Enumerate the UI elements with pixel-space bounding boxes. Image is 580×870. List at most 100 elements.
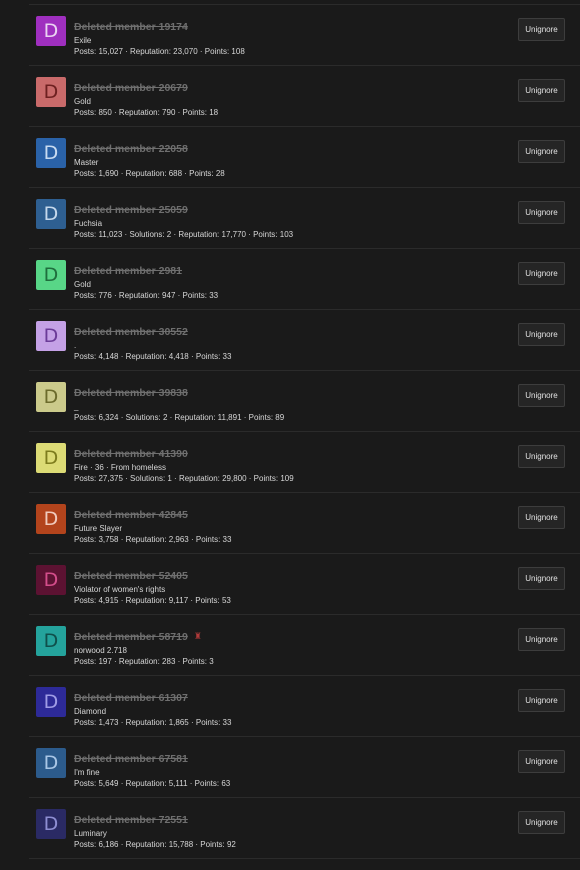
member-info: Deleted member 61307 Diamond Posts: 1,473 …: [74, 688, 490, 729]
unignore-button[interactable]: Unignore: [518, 628, 565, 651]
member-name[interactable]: Deleted member 2981: [74, 265, 182, 277]
member-avatar[interactable]: D: [36, 260, 66, 290]
unignore-button[interactable]: Unignore: [518, 18, 565, 41]
member-avatar[interactable]: D: [36, 321, 66, 351]
member-name-line: Deleted member 19174: [74, 17, 490, 35]
unignore-button[interactable]: Unignore: [518, 201, 565, 224]
member-info: Deleted member 52405 Violator of women's …: [74, 566, 490, 607]
member-info: Deleted member 67581 I'm fine Posts: 5,649…: [74, 749, 490, 790]
member-stats: Posts: 850 · Reputation: 790 · Points: 1…: [74, 108, 219, 117]
member-avatar[interactable]: D: [36, 565, 66, 595]
member-info: Deleted member 41390 Fire · 36 · From hom…: [74, 444, 490, 485]
member-name-line: Deleted member 41390: [74, 444, 490, 462]
member-row: D Deleted member 72551 Luminary Posts: 6,18…: [29, 798, 580, 859]
unignore-button[interactable]: Unignore: [518, 140, 565, 163]
unignore-button[interactable]: Unignore: [518, 750, 565, 773]
member-name-line: Deleted member 72551: [74, 810, 490, 828]
member-row: D Deleted member 25059 Fuchsia Posts: 11,02…: [29, 188, 580, 249]
member-info: Deleted member 42845 Future Slayer Posts: …: [74, 505, 490, 546]
member-name[interactable]: Deleted member 52405: [74, 570, 188, 582]
member-title: norwood 2.718: [74, 646, 127, 655]
member-stats: Posts: 1,473 · Reputation: 1,865 · Point…: [74, 718, 232, 727]
member-title: I'm fine: [74, 768, 100, 777]
member-avatar[interactable]: D: [36, 77, 66, 107]
member-avatar[interactable]: D: [36, 199, 66, 229]
member-info: Deleted member 20679 Gold Posts: 850 · Rep…: [74, 78, 490, 119]
unignore-button[interactable]: Unignore: [518, 811, 565, 834]
ignored-members-list: D Deleted member 19174 Exile Posts: 15,027 …: [29, 4, 580, 859]
member-name[interactable]: Deleted member 67581: [74, 753, 188, 765]
member-row: D Deleted member 61307 Diamond Posts: 1,473…: [29, 676, 580, 737]
member-stats: Posts: 4,148 · Reputation: 4,418 · Point…: [74, 352, 232, 361]
member-title: Future Slayer: [74, 524, 123, 533]
member-name[interactable]: Deleted member 61307: [74, 692, 188, 704]
member-info: Deleted member 58719 ♜ norwood 2.718 Posts:…: [74, 627, 490, 668]
member-avatar[interactable]: D: [36, 382, 66, 412]
member-info: Deleted member 22058 Master Posts: 1,690 ·…: [74, 139, 490, 180]
unignore-button[interactable]: Unignore: [518, 689, 565, 712]
member-info: Deleted member 25059 Fuchsia Posts: 11,023…: [74, 200, 490, 241]
member-row: D Deleted member 58719 ♜ norwood 2.718 Posts…: [29, 615, 580, 676]
member-title: Fire · 36 · From homeless: [74, 463, 167, 472]
member-badge-icon: ♜: [193, 631, 202, 641]
member-stats: Posts: 197 · Reputation: 283 · Points: 3: [74, 657, 214, 666]
member-row: D Deleted member 39838 _ Posts: 6,324 · Sol…: [29, 371, 580, 432]
member-stats: Posts: 5,649 · Reputation: 5,111 · Point…: [74, 779, 231, 788]
member-avatar[interactable]: D: [36, 687, 66, 717]
member-name[interactable]: Deleted member 22058: [74, 143, 188, 155]
member-row: D Deleted member 41390 Fire · 36 · From ho…: [29, 432, 580, 493]
member-name[interactable]: Deleted member 58719: [74, 631, 188, 643]
member-stats: Posts: 6,324 · Solutions: 2 · Reputation…: [74, 413, 285, 422]
member-name-line: Deleted member 67581: [74, 749, 490, 767]
member-stats: Posts: 4,915 · Reputation: 9,117 · Point…: [74, 596, 231, 605]
member-stats: Posts: 11,023 · Solutions: 2 · Reputatio…: [74, 230, 294, 239]
member-name-line: Deleted member 30552: [74, 322, 490, 340]
member-stats: Posts: 776 · Reputation: 947 · Points: 3…: [74, 291, 219, 300]
member-name[interactable]: Deleted member 39838: [74, 387, 188, 399]
member-info: Deleted member 19174 Exile Posts: 15,027 ·…: [74, 17, 490, 58]
member-title: Master: [74, 158, 99, 167]
member-name[interactable]: Deleted member 20679: [74, 82, 188, 94]
member-name[interactable]: Deleted member 72551: [74, 814, 188, 826]
member-name-line: Deleted member 61307: [74, 688, 490, 706]
member-name-line: Deleted member 2981: [74, 261, 490, 279]
member-avatar[interactable]: D: [36, 626, 66, 656]
member-row: D Deleted member 42845 Future Slayer Posts:…: [29, 493, 580, 554]
member-name-line: Deleted member 20679: [74, 78, 490, 96]
member-avatar[interactable]: D: [36, 504, 66, 534]
member-title: Violator of women's rights: [74, 585, 166, 594]
unignore-button[interactable]: Unignore: [518, 79, 565, 102]
member-row: D Deleted member 67581 I'm fine Posts: 5,64…: [29, 737, 580, 798]
member-title: _: [74, 402, 79, 411]
member-stats: Posts: 6,186 · Reputation: 15,788 · Poin…: [74, 840, 236, 849]
member-avatar[interactable]: D: [36, 16, 66, 46]
member-info: Deleted member 39838 _ Posts: 6,324 · Solu…: [74, 383, 490, 424]
member-avatar[interactable]: D: [36, 443, 66, 473]
member-title: Gold: [74, 97, 91, 106]
member-row: D Deleted member 19174 Exile Posts: 15,027 …: [29, 5, 580, 66]
member-row: D Deleted member 30552. Posts: 4,148 · Rep…: [29, 310, 580, 371]
unignore-button[interactable]: Unignore: [518, 445, 565, 468]
member-name[interactable]: Deleted member 25059: [74, 204, 188, 216]
unignore-button[interactable]: Unignore: [518, 506, 565, 529]
member-info: Deleted member 30552. Posts: 4,148 · Repu…: [74, 322, 490, 363]
member-name[interactable]: Deleted member 19174: [74, 21, 188, 33]
member-row: D Deleted member 2981 Gold Posts: 776 · Rep…: [29, 249, 580, 310]
unignore-button[interactable]: Unignore: [518, 323, 565, 346]
unignore-button[interactable]: Unignore: [518, 384, 565, 407]
member-name-line: Deleted member 39838: [74, 383, 490, 401]
member-name-line: Deleted member 52405: [74, 566, 490, 584]
member-title: Gold: [74, 280, 91, 289]
member-title: Fuchsia: [74, 219, 103, 228]
unignore-button[interactable]: Unignore: [518, 262, 565, 285]
member-name[interactable]: Deleted member 42845: [74, 509, 188, 521]
member-avatar[interactable]: D: [36, 138, 66, 168]
member-title: Exile: [74, 36, 92, 45]
member-avatar[interactable]: D: [36, 748, 66, 778]
unignore-button[interactable]: Unignore: [518, 567, 565, 590]
member-title: Luminary: [74, 829, 107, 838]
member-name[interactable]: Deleted member 41390: [74, 448, 188, 460]
member-stats: Posts: 1,690 · Reputation: 688 · Points:…: [74, 169, 225, 178]
member-avatar[interactable]: D: [36, 809, 66, 839]
member-name[interactable]: Deleted member 30552: [74, 326, 188, 338]
